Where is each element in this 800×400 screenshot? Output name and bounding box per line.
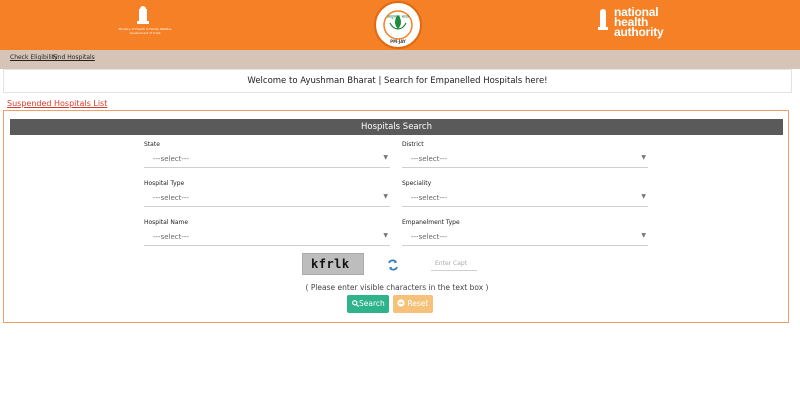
empanelment-type-select-value: ---select--- (411, 233, 447, 241)
dropdown-arrow-icon: ▼ (641, 232, 646, 239)
dropdown-arrow-icon: ▼ (641, 154, 646, 161)
reset-button-label: Reset (407, 299, 429, 308)
logo-text: आयुष्मान भारत (386, 14, 410, 19)
district-select[interactable]: ---select--- ▼ (402, 153, 648, 168)
search-button-label: Search (359, 299, 385, 308)
speciality-select[interactable]: ---select--- ▼ (402, 192, 648, 207)
ayushman-bharat-logo[interactable]: आयुष्मान भारत PM-JAY (374, 1, 422, 49)
search-button[interactable]: Search (347, 295, 389, 313)
suspended-hospitals-link[interactable]: Suspended Hospitals List (7, 99, 107, 108)
logo-subtext: PM-JAY (390, 39, 406, 44)
state-select[interactable]: ---select--- ▼ (144, 153, 390, 168)
district-select-value: ---select--- (411, 155, 447, 163)
nha-line-3: authority (614, 25, 664, 39)
nha-logo-text[interactable]: national health authority (614, 6, 664, 39)
emblem-icon (598, 9, 608, 30)
district-label: District (402, 141, 424, 148)
search-icon (352, 300, 359, 307)
dropdown-arrow-icon: ▼ (383, 193, 388, 200)
hospital-name-label: Hospital Name (144, 219, 189, 226)
panel-title: Hospitals Search (10, 119, 783, 135)
reset-button[interactable]: Reset (393, 295, 433, 313)
empanelment-type-select[interactable]: ---select--- ▼ (402, 231, 648, 246)
speciality-select-value: ---select--- (411, 194, 447, 202)
welcome-banner: Welcome to Ayushman Bharat | Search for … (3, 69, 792, 93)
reset-icon (397, 299, 405, 307)
dropdown-arrow-icon: ▼ (383, 154, 388, 161)
state-select-value: ---select--- (153, 155, 189, 163)
nav-link-check-eligibility[interactable]: Check Eligibility (10, 54, 58, 61)
speciality-label: Speciality (402, 180, 432, 187)
refresh-captcha-icon[interactable] (387, 259, 399, 271)
captcha-input[interactable] (431, 256, 477, 271)
national-emblem-icon (137, 6, 149, 24)
nav-bar: Check Eligibility Find Hospitals (0, 50, 800, 69)
nav-link-find-hospitals[interactable]: Find Hospitals (53, 54, 95, 61)
dropdown-arrow-icon: ▼ (383, 232, 388, 239)
hospital-name-select-value: ---select--- (153, 233, 189, 241)
captcha-hint: ( Please enter visible characters in the… (305, 283, 489, 292)
dropdown-arrow-icon: ▼ (641, 193, 646, 200)
hospital-type-select-value: ---select--- (153, 194, 189, 202)
hospital-type-select[interactable]: ---select--- ▼ (144, 192, 390, 207)
header-banner: Ministry of Health & Family Welfare Gove… (0, 0, 800, 50)
ministry-label: Ministry of Health & Family Welfare Gove… (118, 27, 172, 35)
empanelment-type-label: Empanelment Type (402, 219, 460, 226)
captcha-image: kfrlk (302, 253, 364, 275)
state-label: State (144, 141, 160, 148)
hospital-search-panel: Hospitals Search State ---select--- ▼ Di… (3, 110, 789, 323)
captcha-text: kfrlk (311, 257, 350, 271)
hospital-type-label: Hospital Type (144, 180, 185, 187)
hospital-name-select[interactable]: ---select--- ▼ (144, 231, 390, 246)
